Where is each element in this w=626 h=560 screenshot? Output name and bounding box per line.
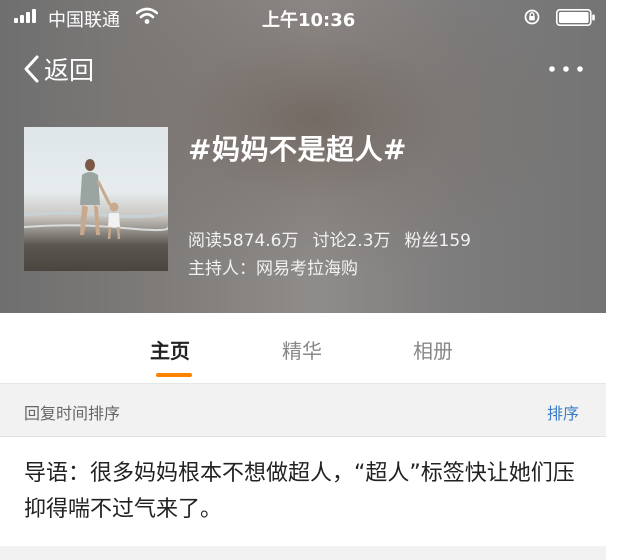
read-count: 阅读5874.6万 — [188, 231, 299, 251]
rotation-lock-icon — [524, 9, 540, 25]
tab-home[interactable]: 主页 — [150, 335, 190, 364]
topic-header: 中国联通 上午10:36 返回 #妈妈不是超人# 阅读5874.6万 讨论2.3… — [0, 0, 606, 313]
tab-featured[interactable]: 精华 — [282, 335, 322, 364]
section-divider — [0, 546, 606, 560]
signal-icon — [14, 9, 44, 23]
more-dots-icon[interactable] — [546, 60, 586, 78]
topic-title: #妈妈不是超人# — [188, 133, 407, 166]
topic-page: 中国联通 上午10:36 返回 #妈妈不是超人# 阅读5874.6万 讨论2.3… — [0, 0, 626, 560]
back-label: 返回 — [44, 56, 95, 85]
topic-intro: 导语：很多妈妈根本不想做超人，“超人”标签快让她们压抑得喘不过气来了。 — [24, 461, 575, 522]
fan-count: 粉丝159 — [404, 231, 471, 251]
topic-cover-image — [24, 127, 168, 271]
wifi-icon — [136, 7, 158, 24]
sort-order-label: 回复时间排序 — [24, 404, 121, 423]
discussion-count: 讨论2.3万 — [312, 231, 391, 251]
topic-tabs: 主页 精华 相册 — [0, 313, 606, 384]
active-tab-indicator — [156, 373, 192, 377]
sort-button[interactable]: 排序 — [547, 400, 579, 424]
tab-album[interactable]: 相册 — [413, 335, 453, 364]
status-bar: 中国联通 上午10:36 — [0, 0, 606, 36]
battery-icon — [556, 9, 595, 26]
back-button[interactable]: 返回 — [22, 52, 94, 86]
carrier-name: 中国联通 — [48, 10, 120, 31]
chevron-left-icon — [24, 55, 39, 83]
topic-stats: 阅读5874.6万 讨论2.3万 粉丝159 — [188, 226, 471, 251]
page-margin — [606, 0, 626, 560]
sort-bar: 回复时间排序 排序 — [0, 384, 606, 437]
topic-host[interactable]: 主持人：网易考拉海购 — [188, 254, 358, 279]
status-time: 上午10:36 — [262, 10, 356, 31]
